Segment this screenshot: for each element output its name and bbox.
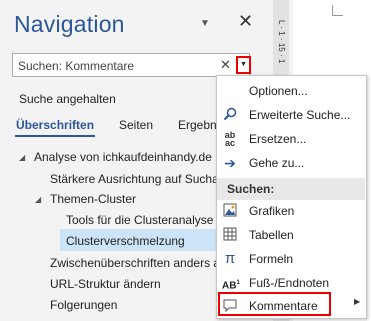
menu-item-label: Erweiterte Suche... [249, 108, 351, 122]
tree-item[interactable]: Themen-Cluster [50, 192, 136, 206]
collapse-triangle-icon[interactable]: ◢ [35, 195, 41, 204]
tab-headings[interactable]: Überschriften [16, 118, 94, 132]
tree-item-selected[interactable]: Clusterverschmelzung [66, 234, 185, 248]
menu-section-label: Suchen: [227, 182, 275, 196]
menu-item-label: Tabellen [249, 228, 294, 242]
comments-highlight-box [218, 292, 331, 316]
tab-results[interactable]: Ergebn [178, 118, 217, 132]
search-dropdown-button[interactable]: ▼ [236, 56, 251, 74]
menu-item-goto[interactable]: ➔ Gehe zu... [216, 152, 366, 174]
tree-item[interactable]: Folgerungen [50, 298, 117, 312]
arrow-right-icon: ➔ [224, 155, 236, 171]
menu-item-label: Gehe zu... [249, 156, 305, 170]
menu-item-tables[interactable]: Tabellen [216, 224, 366, 246]
tree-item[interactable]: URL-Struktur ändern [50, 277, 161, 291]
search-status: Suche angehalten [19, 92, 116, 106]
pane-title: Navigation [14, 11, 125, 37]
table-icon [222, 227, 238, 243]
menu-item-label: Fuß-/Endnoten [249, 276, 330, 290]
collapse-triangle-icon[interactable]: ◢ [19, 153, 25, 162]
menu-item-footnotes[interactable]: AB1 Fuß-/Endnoten [216, 272, 366, 294]
menu-item-label: Grafiken [249, 204, 295, 218]
tab-pages[interactable]: Seiten [119, 118, 153, 132]
search-input-value[interactable]: Suchen: Kommentare [18, 59, 134, 73]
menu-section-header: Suchen: [217, 178, 365, 200]
menu-item-label: Ersetzen... [249, 132, 307, 146]
replace-icon: ab ac [224, 130, 236, 148]
menu-item-advanced-search[interactable]: Erweiterte Suche... [216, 104, 366, 126]
pane-close-icon[interactable]: ✕ [238, 11, 253, 32]
tree-item[interactable]: Stärkere Ausrichtung auf Sucha [50, 172, 219, 186]
menu-item-label: Formeln [249, 252, 294, 266]
menu-item-options[interactable]: Optionen... [216, 80, 366, 102]
pane-options-caret-icon[interactable]: ▼ [200, 18, 210, 29]
tree-item[interactable]: Tools für die Clusteranalyse [66, 213, 213, 227]
image-icon [222, 203, 238, 219]
page-corner-mark [332, 5, 343, 16]
search-icon [222, 107, 238, 123]
menu-item-formulas[interactable]: π Formeln [216, 248, 366, 270]
ruler-marks: L · 1 · 15 · 1 [277, 20, 286, 64]
submenu-arrow-icon: ▶ [354, 297, 361, 306]
tree-item[interactable]: Analyse von ichkaufdeinhandy.de [34, 150, 212, 164]
menu-item-label: Optionen... [249, 84, 308, 98]
pi-icon: π [224, 250, 236, 267]
footnote-icon: AB1 [222, 280, 240, 292]
menu-item-graphics[interactable]: Grafiken [216, 200, 366, 222]
search-clear-icon[interactable]: ✕ [220, 57, 231, 73]
active-tab-underline [15, 135, 95, 137]
menu-item-replace[interactable]: ab ac Ersetzen... [216, 128, 366, 150]
tree-item[interactable]: Zwischenüberschriften anders a [50, 256, 220, 270]
